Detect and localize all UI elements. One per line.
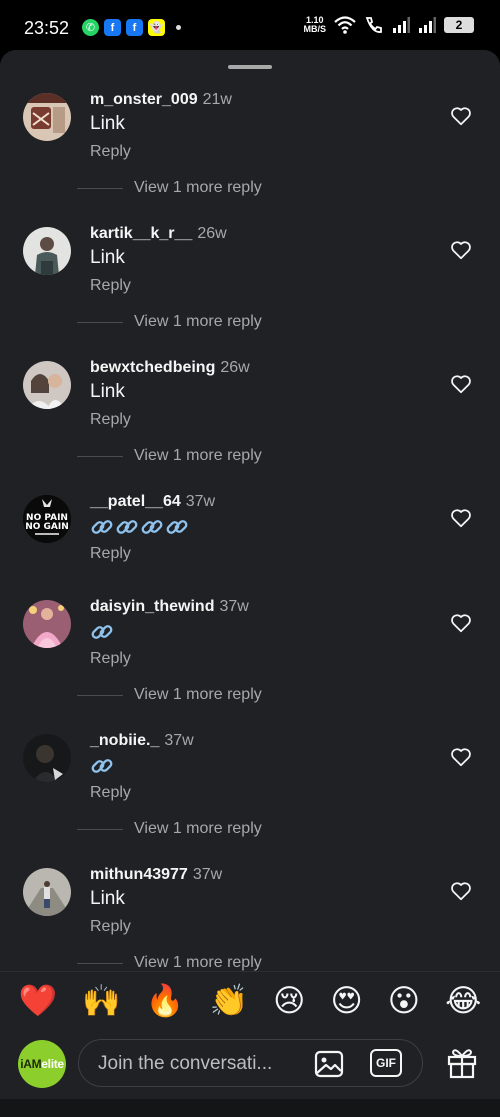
view-more-replies[interactable]: View 1 more reply — [77, 313, 262, 331]
view-more-replies[interactable]: View 1 more reply — [77, 447, 262, 465]
view-more-replies[interactable]: View 1 more reply — [77, 686, 262, 704]
avatar-logo: iAMelite — [20, 1057, 64, 1071]
comment-list[interactable]: m_onster_009 21w Link Reply View 1 more r… — [0, 50, 500, 971]
link-icon — [116, 520, 138, 534]
network-speed: 1.10 MB/S — [303, 15, 327, 34]
link-icon — [91, 520, 113, 534]
comment-age: 37w — [185, 493, 216, 510]
notification-icons: ✆ f f 👻 — [82, 19, 181, 36]
heart-icon[interactable] — [450, 373, 472, 395]
link-icon — [91, 625, 113, 639]
avatar[interactable] — [23, 227, 71, 275]
heart-icon[interactable] — [450, 105, 472, 127]
view-more-replies[interactable]: View 1 more reply — [77, 820, 262, 838]
comment-text: Link — [90, 113, 125, 134]
comments-sheet: m_onster_009 21w Link Reply View 1 more r… — [0, 50, 500, 1117]
reply-button[interactable]: Reply — [90, 650, 131, 668]
heart-icon[interactable] — [450, 239, 472, 261]
comment-text: Link — [90, 888, 125, 909]
divider-line — [77, 187, 123, 189]
signal-icon — [419, 17, 436, 33]
emoji-fire-button[interactable]: 🔥 — [146, 983, 185, 1018]
divider-line — [77, 455, 123, 457]
whatsapp-icon: ✆ — [82, 19, 99, 36]
avatar[interactable] — [23, 93, 71, 141]
comment-username[interactable]: _nobiie._ — [90, 732, 159, 749]
comment-composer: iAMelite Join the conversati... GIF — [0, 1029, 500, 1099]
comment-age: 26w — [197, 225, 227, 242]
heart-icon[interactable] — [450, 507, 472, 529]
avatar[interactable]: NO PAIN NO GAIN — [23, 495, 71, 543]
reply-button[interactable]: Reply — [90, 277, 131, 295]
comment-text — [90, 754, 114, 778]
divider-line — [77, 321, 123, 323]
system-nav-bar — [0, 1099, 500, 1117]
emoji-laughing-button[interactable]: 😂 — [445, 983, 481, 1018]
facebook-icon: f — [126, 19, 143, 36]
comment-text: Link — [90, 247, 125, 268]
comment-input-placeholder: Join the conversati... — [98, 1053, 273, 1074]
comment-text: Link — [90, 381, 125, 402]
divider-line — [77, 962, 123, 964]
view-more-replies[interactable]: View 1 more reply — [77, 954, 262, 971]
reply-button[interactable]: Reply — [90, 143, 131, 161]
comment-username[interactable]: mithun43977 — [90, 866, 188, 883]
view-more-replies[interactable]: View 1 more reply — [77, 179, 262, 197]
reply-button[interactable]: Reply — [90, 411, 131, 429]
comment-age: 21w — [202, 91, 232, 108]
emoji-heart-button[interactable]: ❤️ — [19, 983, 58, 1018]
more-notifications-dot — [176, 25, 181, 30]
comment-username[interactable]: bewxtchedbeing — [90, 359, 215, 376]
avatar[interactable] — [23, 361, 71, 409]
comment-age: 37w — [219, 598, 249, 615]
divider-line — [77, 694, 123, 696]
gif-button[interactable]: GIF — [370, 1049, 402, 1077]
comment-input[interactable]: Join the conversati... GIF — [78, 1039, 423, 1087]
heart-icon[interactable] — [450, 746, 472, 768]
avatar[interactable] — [23, 868, 71, 916]
status-bar: 23:52 ✆ f f 👻 1.10 MB/S 2 — [0, 0, 500, 56]
image-icon[interactable] — [314, 1050, 344, 1078]
comment-username[interactable]: m_onster_009 — [90, 91, 198, 108]
status-right: 1.10 MB/S 2 — [303, 15, 474, 34]
gift-icon[interactable] — [446, 1045, 478, 1079]
emoji-surprised-button[interactable]: 😮 — [388, 983, 420, 1018]
link-icon — [166, 520, 188, 534]
battery-indicator: 2 — [444, 17, 474, 33]
emoji-raised-hands-button[interactable]: 🙌 — [82, 983, 121, 1018]
emoji-heart-eyes-button[interactable]: 😍 — [330, 983, 362, 1018]
heart-icon[interactable] — [450, 612, 472, 634]
link-icon — [91, 759, 113, 773]
call-icon — [365, 17, 382, 33]
avatar[interactable] — [23, 600, 71, 648]
comment-username[interactable]: daisyin_thewind — [90, 598, 214, 615]
divider-line — [77, 828, 123, 830]
snapchat-icon: 👻 — [148, 19, 165, 36]
heart-icon[interactable] — [450, 880, 472, 902]
comment-age: 37w — [164, 732, 194, 749]
comment-age: 26w — [220, 359, 250, 376]
comment-username[interactable]: kartik__k_r__ — [90, 225, 192, 242]
emoji-clap-button[interactable]: 👏 — [209, 983, 248, 1018]
avatar-logo-text: NO GAIN — [25, 522, 69, 532]
comment-text — [90, 620, 114, 644]
wifi-icon — [334, 16, 356, 34]
comment-age: 37w — [192, 866, 223, 883]
facebook-icon: f — [104, 19, 121, 36]
emoji-reaction-bar: ❤️ 🙌 🔥 👏 😢 😍 😮 😂 — [0, 971, 500, 1029]
comment-username[interactable]: __patel__64 — [90, 493, 181, 510]
link-icon — [141, 520, 163, 534]
my-avatar: iAMelite — [18, 1040, 66, 1088]
comment-text — [90, 515, 189, 539]
signal-icon — [393, 17, 410, 33]
emoji-crying-button[interactable]: 😢 — [273, 983, 305, 1018]
avatar[interactable] — [23, 734, 71, 782]
status-time: 23:52 — [24, 18, 70, 38]
reply-button[interactable]: Reply — [90, 784, 131, 802]
reply-button[interactable]: Reply — [90, 918, 131, 936]
reply-button[interactable]: Reply — [90, 545, 131, 563]
